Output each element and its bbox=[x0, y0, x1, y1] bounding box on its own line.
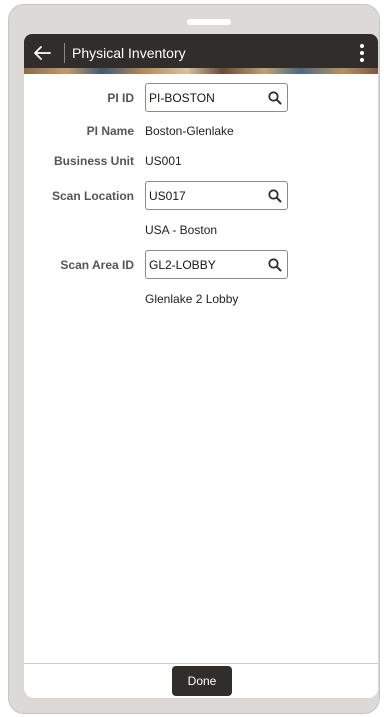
app-header: Physical Inventory bbox=[24, 34, 378, 74]
scan-location-input[interactable] bbox=[149, 186, 261, 205]
pi-id-field[interactable] bbox=[145, 83, 288, 112]
kebab-menu-icon[interactable] bbox=[352, 40, 372, 66]
scan-area-id-label: Scan Area ID bbox=[60, 258, 134, 272]
pi-name-value: Boston-Glenlake bbox=[145, 124, 234, 138]
search-icon[interactable] bbox=[267, 90, 283, 106]
business-unit-label: Business Unit bbox=[53, 154, 134, 168]
scan-area-id-field[interactable] bbox=[145, 250, 288, 279]
done-button[interactable]: Done bbox=[172, 666, 232, 696]
scan-area-id-input[interactable] bbox=[149, 255, 261, 274]
title-separator bbox=[64, 43, 65, 63]
back-button[interactable] bbox=[26, 38, 58, 68]
page-title: Physical Inventory bbox=[72, 45, 186, 61]
search-icon[interactable] bbox=[267, 188, 283, 204]
search-icon[interactable] bbox=[267, 257, 283, 273]
app-screen: Physical Inventory PI ID PI Name Boston-… bbox=[24, 34, 378, 698]
business-unit-value: US001 bbox=[145, 154, 182, 168]
scan-area-description: Glenlake 2 Lobby bbox=[145, 292, 239, 306]
scan-location-field[interactable] bbox=[145, 181, 288, 210]
arrow-left-icon bbox=[34, 46, 51, 60]
header-decorative-banner bbox=[24, 68, 378, 74]
scan-location-description: USA - Boston bbox=[145, 223, 218, 237]
pi-id-input[interactable] bbox=[149, 88, 261, 107]
scan-location-label: Scan Location bbox=[51, 189, 134, 203]
footer-divider bbox=[24, 663, 378, 664]
pi-id-label: PI ID bbox=[107, 91, 134, 105]
pi-name-label: PI Name bbox=[86, 124, 134, 138]
device-speaker bbox=[187, 19, 231, 25]
